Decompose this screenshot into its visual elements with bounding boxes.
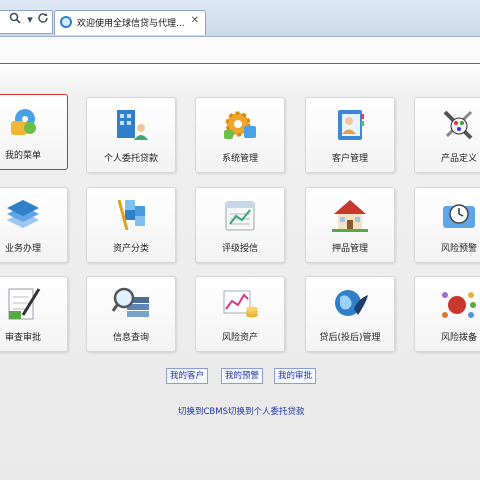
dropdown-icon[interactable]: ▾ — [23, 12, 37, 28]
tools-palette-icon — [443, 110, 473, 140]
menu-tile-risk-warning[interactable]: 风险预警 — [414, 187, 480, 263]
building-person-icon — [117, 110, 148, 140]
menu-tile-my-menu[interactable]: 我的菜单 — [0, 94, 68, 170]
menu-tile-label: 资产分类 — [112, 244, 149, 254]
document-stack-icon — [7, 200, 39, 228]
checklist-pen-icon — [8, 288, 41, 320]
browser-tab[interactable]: 欢迎使用全球信贷与代理... ✕ — [54, 10, 206, 35]
menu-tile-label: 风险拨备 — [440, 333, 477, 343]
menu-tile-label: 评级授信 — [221, 244, 258, 254]
browser-toolbar: ▾ 欢迎使用全球信贷与代理... ✕ — [0, 0, 480, 37]
menu-tile-label: 个人委托贷款 — [103, 154, 158, 164]
globe-leaf-icon — [335, 290, 368, 316]
menu-tile-label: 系统管理 — [221, 154, 258, 164]
switch-to-personal-loan-link[interactable]: 切换到个人委托贷款 — [228, 405, 305, 417]
my-customers-link[interactable]: 我的客户 — [166, 368, 209, 384]
menu-tile-label: 风险预警 — [440, 244, 477, 254]
menu-tile-rating-credit[interactable]: 评级授信 — [195, 187, 285, 263]
menu-tile-risk-assets[interactable]: 风险资产 — [195, 276, 285, 352]
menu-tile-customer-mgmt[interactable]: 客户管理 — [305, 97, 395, 173]
cube-chart-icon — [117, 199, 145, 231]
menu-tile-label: 产品定义 — [440, 154, 477, 164]
ie-icon — [60, 16, 72, 28]
address-book-icon — [338, 110, 364, 140]
menu-tile-collateral-mgmt[interactable]: 押品管理 — [305, 187, 395, 263]
menu-tile-label: 审查审批 — [4, 333, 41, 343]
menu-tile-label: 客户管理 — [331, 154, 368, 164]
menu-tile-product-definition[interactable]: 产品定义 — [414, 97, 480, 173]
magnifier-docs-icon — [111, 287, 149, 317]
menu-tile-label: 风险资产 — [221, 333, 258, 343]
close-icon[interactable]: ✕ — [191, 15, 199, 26]
menu-tile-system-admin[interactable]: 系统管理 — [195, 97, 285, 173]
clock-folder-icon — [443, 204, 475, 228]
house-icon — [332, 200, 368, 232]
menu-tile-post-loan-mgmt[interactable]: 贷后(投后)管理 — [305, 276, 395, 352]
puzzle-gear-icon — [11, 109, 36, 135]
my-warnings-link[interactable]: 我的预警 — [221, 368, 264, 384]
refresh-icon[interactable] — [36, 12, 50, 28]
menu-tile-business-processing[interactable]: 业务办理 — [0, 187, 68, 263]
menu-tile-label: 信息查询 — [112, 333, 149, 343]
chart-coins-icon — [223, 290, 258, 318]
menu-tile-label: 业务办理 — [4, 244, 41, 254]
menu-tile-label: 押品管理 — [331, 244, 368, 254]
switch-to-cbms-link[interactable]: 切换到CBMS — [178, 405, 228, 417]
calendar-pad-icon — [225, 201, 255, 231]
menu-tile-review-approval[interactable]: 审查审批 — [0, 276, 68, 352]
menu-tile-label: 贷后(投后)管理 — [319, 333, 381, 343]
gear-puzzle-icon — [224, 111, 256, 139]
my-approvals-link[interactable]: 我的审批 — [274, 368, 317, 384]
color-dots-icon — [442, 292, 476, 318]
search-icon[interactable] — [8, 12, 22, 28]
menu-tile-risk-provision[interactable]: 风险拨备 — [414, 276, 480, 352]
menu-tile-asset-classification[interactable]: 资产分类 — [86, 187, 176, 263]
menu-tile-personal-loan[interactable]: 个人委托贷款 — [86, 97, 176, 173]
tab-title: 欢迎使用全球信贷与代理... — [77, 19, 185, 29]
menu-tile-label: 我的菜单 — [4, 151, 41, 161]
menu-tile-info-query[interactable]: 信息查询 — [86, 276, 176, 352]
command-bar — [0, 37, 480, 63]
